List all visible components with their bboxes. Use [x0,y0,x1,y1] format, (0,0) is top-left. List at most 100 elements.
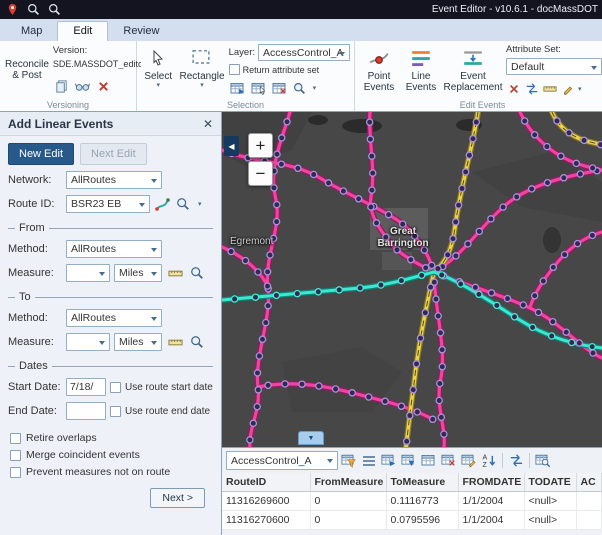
col-todate[interactable]: TODATE [524,473,576,492]
switch-selection-icon[interactable] [507,452,525,470]
use-route-start-checkbox[interactable] [110,382,121,393]
close-icon[interactable]: ✕ [203,117,213,131]
col-routeid[interactable]: RouteID [222,473,310,492]
toolbar-separator [529,453,530,468]
rectangle-tool-button[interactable]: Rectangle ▾ [178,44,225,98]
return-attribute-set-checkbox[interactable] [229,64,240,75]
clear-selection-icon[interactable] [271,79,289,97]
to-measure-select[interactable] [66,333,110,351]
start-date-label: Start Date: [8,381,62,393]
route-id-select[interactable]: BSR23 EB [66,195,150,213]
col-ac[interactable]: AC [576,473,602,492]
line-events-button[interactable]: Line Events [402,44,440,98]
delete-version-icon[interactable] [95,77,113,95]
table-row[interactable]: 11316269600 0 0.1116773 1/1/2004 <null> [222,492,602,511]
merge-coincident-checkbox[interactable] [10,450,21,461]
select-tool-button[interactable]: Select ▾ [141,44,175,98]
select-tool-label: Select [144,71,172,82]
network-select[interactable]: AllRoutes [66,171,162,189]
layer-label: Layer: [229,47,255,58]
table-layer-select[interactable]: AccessControl_A [226,451,338,470]
select-caret-icon: ▾ [156,82,160,89]
to-measure-on-map-icon[interactable] [166,333,184,351]
rectangle-caret-icon: ▾ [200,82,204,89]
zoom-tool-icon[interactable] [25,2,42,17]
table-row[interactable]: 11316270600 0 0.0795596 1/1/2004 <null> [222,511,602,530]
measure-tool-icon[interactable] [542,80,557,98]
zoom-to-route-icon[interactable] [176,195,194,213]
network-label: Network: [8,174,62,186]
reselect-icon[interactable] [250,79,268,97]
selection-more-icon[interactable]: ▾ [313,85,317,92]
edit-attributes-icon[interactable] [560,80,575,98]
from-zoom-icon[interactable] [188,264,206,282]
cell-tomeasure: 0.0795596 [386,511,458,530]
map-canvas[interactable] [222,112,602,447]
retire-overlaps-checkbox[interactable] [10,433,21,444]
version-value: SDE.MASSDOT_editor1 [53,59,141,69]
versions-icon[interactable] [53,77,71,95]
from-measure-select[interactable] [66,264,110,282]
ribbon-tabs: Map Edit Review [0,19,602,41]
tab-edit[interactable]: Edit [57,21,108,41]
to-zoom-icon[interactable] [188,333,206,351]
layer-select[interactable]: AccessControl_A [258,44,350,61]
event-replacement-button[interactable]: Event Replacement [443,44,503,98]
select-all-icon[interactable] [400,452,418,470]
open-table-icon[interactable] [420,452,438,470]
search-tool-icon[interactable] [46,2,63,17]
prevent-measures-checkbox[interactable] [10,467,21,478]
from-measure-on-map-icon[interactable] [166,264,184,282]
select-by-attributes-icon[interactable] [229,79,247,97]
zoom-out-button[interactable]: − [248,161,273,186]
conflicts-icon[interactable] [74,77,92,95]
col-tomeasure[interactable]: ToMeasure [386,473,458,492]
use-route-end-label: Use route end date [125,406,210,417]
clear-table-selection-icon[interactable] [440,452,458,470]
event-replacement-icon [461,46,485,70]
col-fromdate[interactable]: FROMDATE [458,473,524,492]
tab-map[interactable]: Map [6,22,57,41]
map-area[interactable]: Egremont Great Barrington ◀ + − ▼ [222,112,602,447]
from-unit-select[interactable]: Miles [114,264,162,282]
delete-event-icon[interactable] [506,80,521,98]
collapse-panel-left-button[interactable]: ◀ [224,136,239,156]
from-method-select[interactable]: AllRoutes [66,240,162,258]
filter-icon[interactable] [340,452,358,470]
to-unit-select[interactable]: Miles [114,333,162,351]
version-label: Version: [53,45,141,56]
to-method-select[interactable]: AllRoutes [66,309,162,327]
col-frommeasure[interactable]: FromMeasure [310,473,386,492]
reconcile-post-button[interactable]: Reconcile & Post [4,44,50,96]
cell-todate: <null> [524,511,576,530]
next-button[interactable]: Next > [150,488,205,508]
table-options-icon[interactable] [534,452,552,470]
new-edit-button[interactable]: New Edit [8,143,74,165]
attribute-table-toolbar: AccessControl_A [222,448,602,473]
end-date-input[interactable] [66,402,106,420]
rectangle-dash-icon [190,46,214,70]
next-edit-button[interactable]: Next Edit [80,143,147,165]
ribbon-group-selection: Select ▾ Rectangle ▾ Layer: AccessContro… [137,41,355,111]
point-events-button[interactable]: Point Events [359,44,399,98]
edit-events-more-icon[interactable]: ▾ [578,86,582,93]
end-date-label: End Date: [8,405,62,417]
app-pin-icon[interactable] [4,2,21,17]
use-route-end-checkbox[interactable] [110,406,121,417]
edit-records-icon[interactable] [460,452,478,470]
sort-icon[interactable] [480,452,498,470]
collapse-table-button[interactable]: ▼ [298,431,324,445]
start-date-input[interactable]: 7/18/ [66,378,106,396]
select-route-on-map-icon[interactable] [154,195,172,213]
zoom-to-selection-icon[interactable] [292,79,310,97]
to-measure-label: Measure: [8,336,62,348]
attribute-set-select[interactable]: Default [506,58,602,75]
tab-review[interactable]: Review [108,22,174,41]
zoom-route-caret-icon[interactable]: ▾ [198,201,202,208]
cell-fromdate: 1/1/2004 [458,492,524,511]
zoom-in-button[interactable]: + [248,133,273,158]
menu-list-icon[interactable] [360,452,378,470]
point-events-icon [367,46,391,70]
switch-measures-icon[interactable] [524,80,539,98]
select-records-icon[interactable] [380,452,398,470]
